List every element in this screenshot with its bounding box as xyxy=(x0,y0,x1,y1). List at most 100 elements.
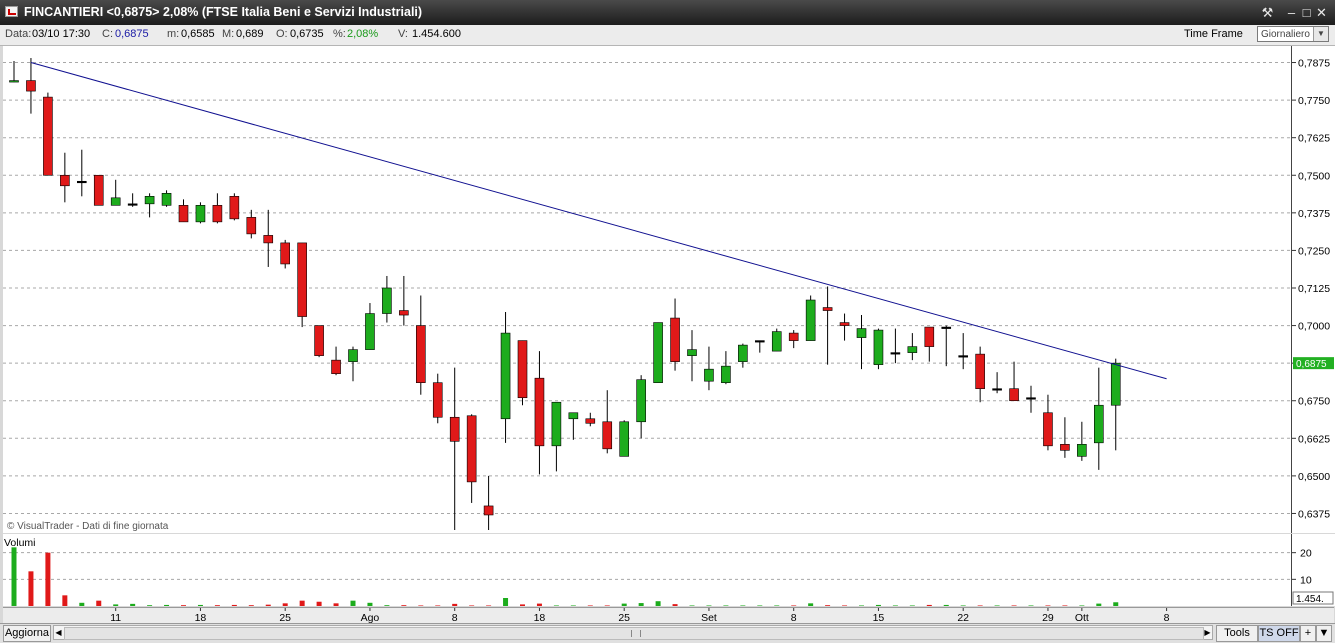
volume-bar[interactable] xyxy=(1011,605,1017,607)
volume-bar[interactable] xyxy=(147,605,153,607)
volume-bar[interactable] xyxy=(842,605,848,607)
candle[interactable] xyxy=(992,372,1002,394)
volume-bar[interactable] xyxy=(435,605,441,607)
volume-bar[interactable] xyxy=(316,601,322,606)
volume-bar[interactable] xyxy=(808,603,814,606)
candle[interactable] xyxy=(93,174,104,206)
candle[interactable] xyxy=(687,330,697,382)
candle[interactable] xyxy=(178,199,189,223)
volume-bar[interactable] xyxy=(909,605,915,607)
volume-bar[interactable] xyxy=(1045,605,1051,607)
volume-bar[interactable] xyxy=(367,602,373,606)
plus-icon[interactable]: + xyxy=(1300,625,1316,642)
horizontal-scrollbar[interactable]: ◀ ▶ xyxy=(53,625,1213,640)
price-axis[interactable]: 0,7875 0,7750 0,7625 0,7500 0,7375 0,7250 0,71… xyxy=(1291,46,1335,533)
scroll-left-arrow-icon[interactable]: ◀ xyxy=(54,626,63,639)
volume-bar[interactable] xyxy=(113,604,119,606)
candle[interactable] xyxy=(331,346,341,376)
volume-bar[interactable] xyxy=(181,605,186,607)
chevron-down-icon[interactable]: ▼ xyxy=(1313,27,1328,41)
candle[interactable] xyxy=(1026,385,1036,413)
candle[interactable] xyxy=(77,149,87,197)
tools-button[interactable]: Tools xyxy=(1216,625,1258,642)
candle[interactable] xyxy=(483,475,494,530)
volume-bar[interactable] xyxy=(350,600,356,606)
candle[interactable] xyxy=(348,346,358,382)
candle[interactable] xyxy=(263,209,274,267)
volume-bar[interactable] xyxy=(503,598,509,606)
candle[interactable] xyxy=(653,322,663,383)
candle[interactable] xyxy=(43,92,53,176)
candle[interactable] xyxy=(415,295,426,395)
candle[interactable] xyxy=(1094,367,1104,470)
volume-bar[interactable] xyxy=(943,604,949,606)
candle[interactable] xyxy=(602,390,613,454)
volume-bar[interactable] xyxy=(621,603,627,606)
volume-bar[interactable] xyxy=(859,605,864,607)
volume-bar[interactable] xyxy=(875,604,881,606)
timeframe-select[interactable]: Giornaliero ▼ xyxy=(1257,26,1329,42)
volume-bar[interactable] xyxy=(418,605,424,607)
volume-bar[interactable] xyxy=(536,603,542,606)
volume-bar[interactable] xyxy=(553,605,559,607)
volume-bar[interactable] xyxy=(994,605,1000,607)
close-icon[interactable]: ✕ xyxy=(1313,4,1330,21)
candle[interactable] xyxy=(110,179,121,206)
candle[interactable] xyxy=(704,346,714,391)
candle[interactable] xyxy=(534,351,545,475)
volume-bar[interactable] xyxy=(130,603,136,606)
candle[interactable] xyxy=(60,152,70,203)
candle[interactable] xyxy=(839,313,850,341)
volume-bar[interactable] xyxy=(740,605,746,607)
candle[interactable] xyxy=(771,328,782,352)
candle[interactable] xyxy=(822,286,833,365)
candle[interactable] xyxy=(1077,421,1087,461)
candle[interactable] xyxy=(754,340,765,353)
candle[interactable] xyxy=(636,375,646,439)
volume-bar[interactable] xyxy=(28,571,34,606)
candle[interactable] xyxy=(280,239,291,269)
candle[interactable] xyxy=(958,333,969,370)
candle[interactable] xyxy=(365,303,375,350)
candle[interactable] xyxy=(144,193,155,218)
candle[interactable] xyxy=(856,315,867,370)
candle[interactable] xyxy=(873,328,884,370)
volume-bar[interactable] xyxy=(401,605,407,607)
volume-bar[interactable] xyxy=(1028,605,1034,607)
volume-bar[interactable] xyxy=(672,604,678,606)
candle[interactable] xyxy=(399,275,409,326)
volume-bar[interactable] xyxy=(570,605,576,607)
volume-bar[interactable] xyxy=(791,605,797,607)
volume-bar[interactable] xyxy=(825,605,831,607)
volume-bar[interactable] xyxy=(248,605,254,607)
volume-bar[interactable] xyxy=(689,605,695,607)
volume-bar[interactable] xyxy=(96,600,102,606)
candle[interactable] xyxy=(585,412,596,427)
candle[interactable] xyxy=(619,420,630,457)
volume-bar[interactable] xyxy=(1096,603,1102,606)
volume-bar[interactable] xyxy=(960,605,966,607)
scroll-thumb[interactable] xyxy=(64,627,1204,640)
candle[interactable] xyxy=(449,367,460,530)
candle[interactable] xyxy=(890,328,901,364)
candle[interactable] xyxy=(1110,358,1121,451)
volume-bar[interactable] xyxy=(214,605,220,607)
candle[interactable] xyxy=(246,209,257,239)
volume-bar[interactable] xyxy=(45,552,51,606)
volume-bar[interactable] xyxy=(265,604,271,606)
candle[interactable] xyxy=(26,58,36,114)
candle[interactable] xyxy=(382,275,392,323)
volume-bar[interactable] xyxy=(164,604,170,606)
candle[interactable] xyxy=(500,312,511,443)
candle[interactable] xyxy=(805,295,816,341)
candle[interactable] xyxy=(975,346,985,403)
volume-bar[interactable] xyxy=(452,603,458,606)
volume-bar[interactable] xyxy=(1079,605,1085,607)
price-chart-area[interactable]: © VisualTrader - Dati di fine giornata xyxy=(3,46,1291,533)
volume-bar[interactable] xyxy=(520,604,525,606)
volume-bar[interactable] xyxy=(1062,605,1068,607)
volume-bar[interactable] xyxy=(62,595,68,606)
volume-bar[interactable] xyxy=(638,603,644,606)
candle[interactable] xyxy=(229,193,240,221)
chevron-down-icon[interactable]: ▼ xyxy=(1316,625,1332,642)
